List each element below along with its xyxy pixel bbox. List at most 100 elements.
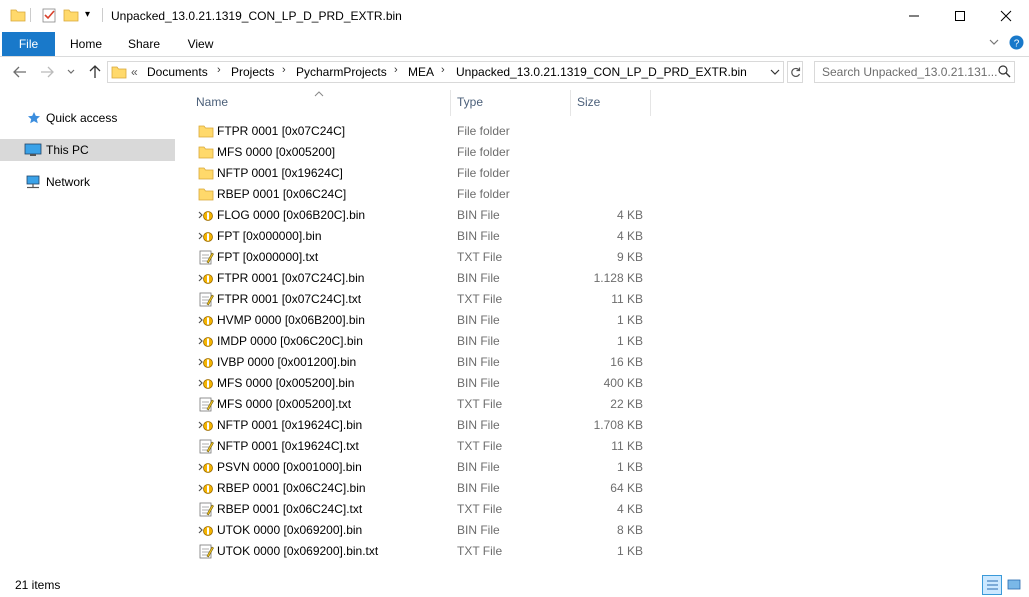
folder-icon bbox=[10, 7, 26, 23]
item-count: 21 items bbox=[15, 578, 61, 592]
details-view-button[interactable] bbox=[982, 575, 1002, 595]
tab-share[interactable]: Share bbox=[120, 32, 168, 56]
help-icon[interactable]: ? bbox=[1009, 35, 1024, 53]
refresh-button[interactable] bbox=[787, 61, 803, 83]
file-name[interactable]: MFS 0000 [0x005200].bin bbox=[217, 376, 354, 390]
divider bbox=[102, 8, 103, 22]
properties-icon[interactable] bbox=[41, 7, 57, 23]
file-name[interactable]: FTPR 0001 [0x07C24C].bin bbox=[217, 271, 364, 285]
file-name[interactable]: RBEP 0001 [0x06C24C].txt bbox=[217, 502, 362, 516]
breadcrumb-separator-icon[interactable]: › bbox=[282, 64, 286, 76]
breadcrumb-projects[interactable]: Projects bbox=[231, 65, 274, 79]
customize-quick-access-icon[interactable]: ▾ bbox=[85, 9, 90, 20]
file-type: File folder bbox=[457, 124, 510, 138]
computer-icon bbox=[24, 143, 42, 157]
file-type: BIN File bbox=[457, 523, 500, 537]
file-size: 64 KB bbox=[610, 481, 643, 495]
nav-item-this-pc[interactable]: This PC bbox=[0, 139, 175, 161]
bin-file-icon bbox=[198, 270, 214, 286]
file-name[interactable]: IVBP 0000 [0x001200].bin bbox=[217, 355, 356, 369]
file-name[interactable]: NFTP 0001 [0x19624C] bbox=[217, 166, 343, 180]
file-name[interactable]: FTPR 0001 [0x07C24C] bbox=[217, 124, 345, 138]
nav-item-label: Network bbox=[46, 175, 91, 189]
file-size: 4 KB bbox=[616, 502, 643, 516]
minimize-button[interactable] bbox=[891, 0, 937, 31]
file-name[interactable]: FPT [0x000000].bin bbox=[217, 229, 322, 243]
file-size: 1 KB bbox=[616, 313, 643, 327]
file-size: 4 KB bbox=[616, 229, 643, 243]
search-input[interactable]: Search Unpacked_13.0.21.131... bbox=[822, 65, 997, 79]
file-name[interactable]: MFS 0000 [0x005200].txt bbox=[217, 397, 351, 411]
file-size: 11 KB bbox=[611, 292, 643, 306]
folder-icon bbox=[198, 165, 214, 181]
breadcrumb-current[interactable]: Unpacked_13.0.21.1319_CON_LP_D_PRD_EXTR.… bbox=[456, 65, 747, 79]
recent-locations-button[interactable] bbox=[64, 62, 78, 82]
tab-view[interactable]: View bbox=[178, 32, 223, 56]
breadcrumb-overflow[interactable]: « bbox=[131, 65, 138, 79]
chevron-down-icon[interactable] bbox=[988, 36, 1000, 51]
chevron-down-icon[interactable] bbox=[770, 66, 780, 80]
up-button[interactable] bbox=[85, 62, 105, 82]
column-header-type[interactable]: Type bbox=[457, 92, 569, 116]
file-name[interactable]: FPT [0x000000].txt bbox=[217, 250, 318, 264]
column-divider[interactable] bbox=[650, 90, 651, 116]
folder-icon bbox=[198, 144, 214, 160]
file-name[interactable]: RBEP 0001 [0x06C24C].bin bbox=[217, 481, 366, 495]
bin-file-icon bbox=[198, 480, 214, 496]
column-divider[interactable] bbox=[570, 90, 571, 116]
file-name[interactable]: UTOK 0000 [0x069200].bin bbox=[217, 523, 362, 537]
file-name[interactable]: UTOK 0000 [0x069200].bin.txt bbox=[217, 544, 378, 558]
file-type: BIN File bbox=[457, 313, 500, 327]
file-name[interactable]: NFTP 0001 [0x19624C].bin bbox=[217, 418, 362, 432]
file-name[interactable]: NFTP 0001 [0x19624C].txt bbox=[217, 439, 359, 453]
forward-button[interactable] bbox=[37, 62, 57, 82]
file-name[interactable]: HVMP 0000 [0x06B200].bin bbox=[217, 313, 365, 327]
breadcrumb-pycharmprojects[interactable]: PycharmProjects bbox=[296, 65, 387, 79]
file-size: 22 KB bbox=[610, 397, 643, 411]
file-size: 1 KB bbox=[616, 334, 643, 348]
text-file-icon bbox=[198, 501, 214, 517]
new-folder-icon[interactable] bbox=[63, 7, 79, 23]
breadcrumb-separator-icon[interactable]: › bbox=[441, 64, 445, 76]
tab-file[interactable]: File bbox=[2, 32, 55, 56]
file-type: File folder bbox=[457, 145, 510, 159]
file-type: BIN File bbox=[457, 229, 500, 243]
file-type: TXT File bbox=[457, 292, 503, 306]
file-type: TXT File bbox=[457, 502, 503, 516]
file-size: 1.708 KB bbox=[593, 418, 643, 432]
file-type: BIN File bbox=[457, 208, 500, 222]
file-type: TXT File bbox=[457, 439, 503, 453]
nav-item-quick-access[interactable]: Quick access bbox=[0, 107, 175, 129]
column-header-size[interactable]: Size bbox=[577, 92, 649, 116]
text-file-icon bbox=[198, 438, 214, 454]
close-button[interactable] bbox=[983, 0, 1029, 31]
maximize-button[interactable] bbox=[937, 0, 983, 31]
file-name[interactable]: MFS 0000 [0x005200] bbox=[217, 145, 335, 159]
nav-item-network[interactable]: Network bbox=[0, 171, 175, 193]
file-type: File folder bbox=[457, 166, 510, 180]
tab-home[interactable]: Home bbox=[62, 32, 110, 56]
file-name[interactable]: FLOG 0000 [0x06B20C].bin bbox=[217, 208, 365, 222]
breadcrumb-documents[interactable]: Documents bbox=[147, 65, 208, 79]
file-size: 400 KB bbox=[603, 376, 643, 390]
bin-file-icon bbox=[198, 417, 214, 433]
file-type: TXT File bbox=[457, 544, 503, 558]
folder-icon bbox=[198, 123, 214, 139]
back-button[interactable] bbox=[10, 62, 30, 82]
bin-file-icon bbox=[198, 207, 214, 223]
breadcrumb-separator-icon[interactable]: › bbox=[217, 64, 221, 76]
file-type: TXT File bbox=[457, 397, 503, 411]
bin-file-icon bbox=[198, 312, 214, 328]
breadcrumb-mea[interactable]: MEA bbox=[408, 65, 434, 79]
file-size: 4 KB bbox=[616, 208, 643, 222]
file-size: 1 KB bbox=[616, 544, 643, 558]
column-header-name[interactable]: Name bbox=[196, 92, 450, 116]
large-icons-view-button[interactable] bbox=[1005, 575, 1025, 595]
file-name[interactable]: PSVN 0000 [0x001000].bin bbox=[217, 460, 362, 474]
file-name[interactable]: FTPR 0001 [0x07C24C].txt bbox=[217, 292, 361, 306]
file-name[interactable]: IMDP 0000 [0x06C20C].bin bbox=[217, 334, 363, 348]
file-size: 9 KB bbox=[616, 250, 643, 264]
column-divider[interactable] bbox=[450, 90, 451, 116]
file-name[interactable]: RBEP 0001 [0x06C24C] bbox=[217, 187, 346, 201]
breadcrumb-separator-icon[interactable]: › bbox=[394, 64, 398, 76]
